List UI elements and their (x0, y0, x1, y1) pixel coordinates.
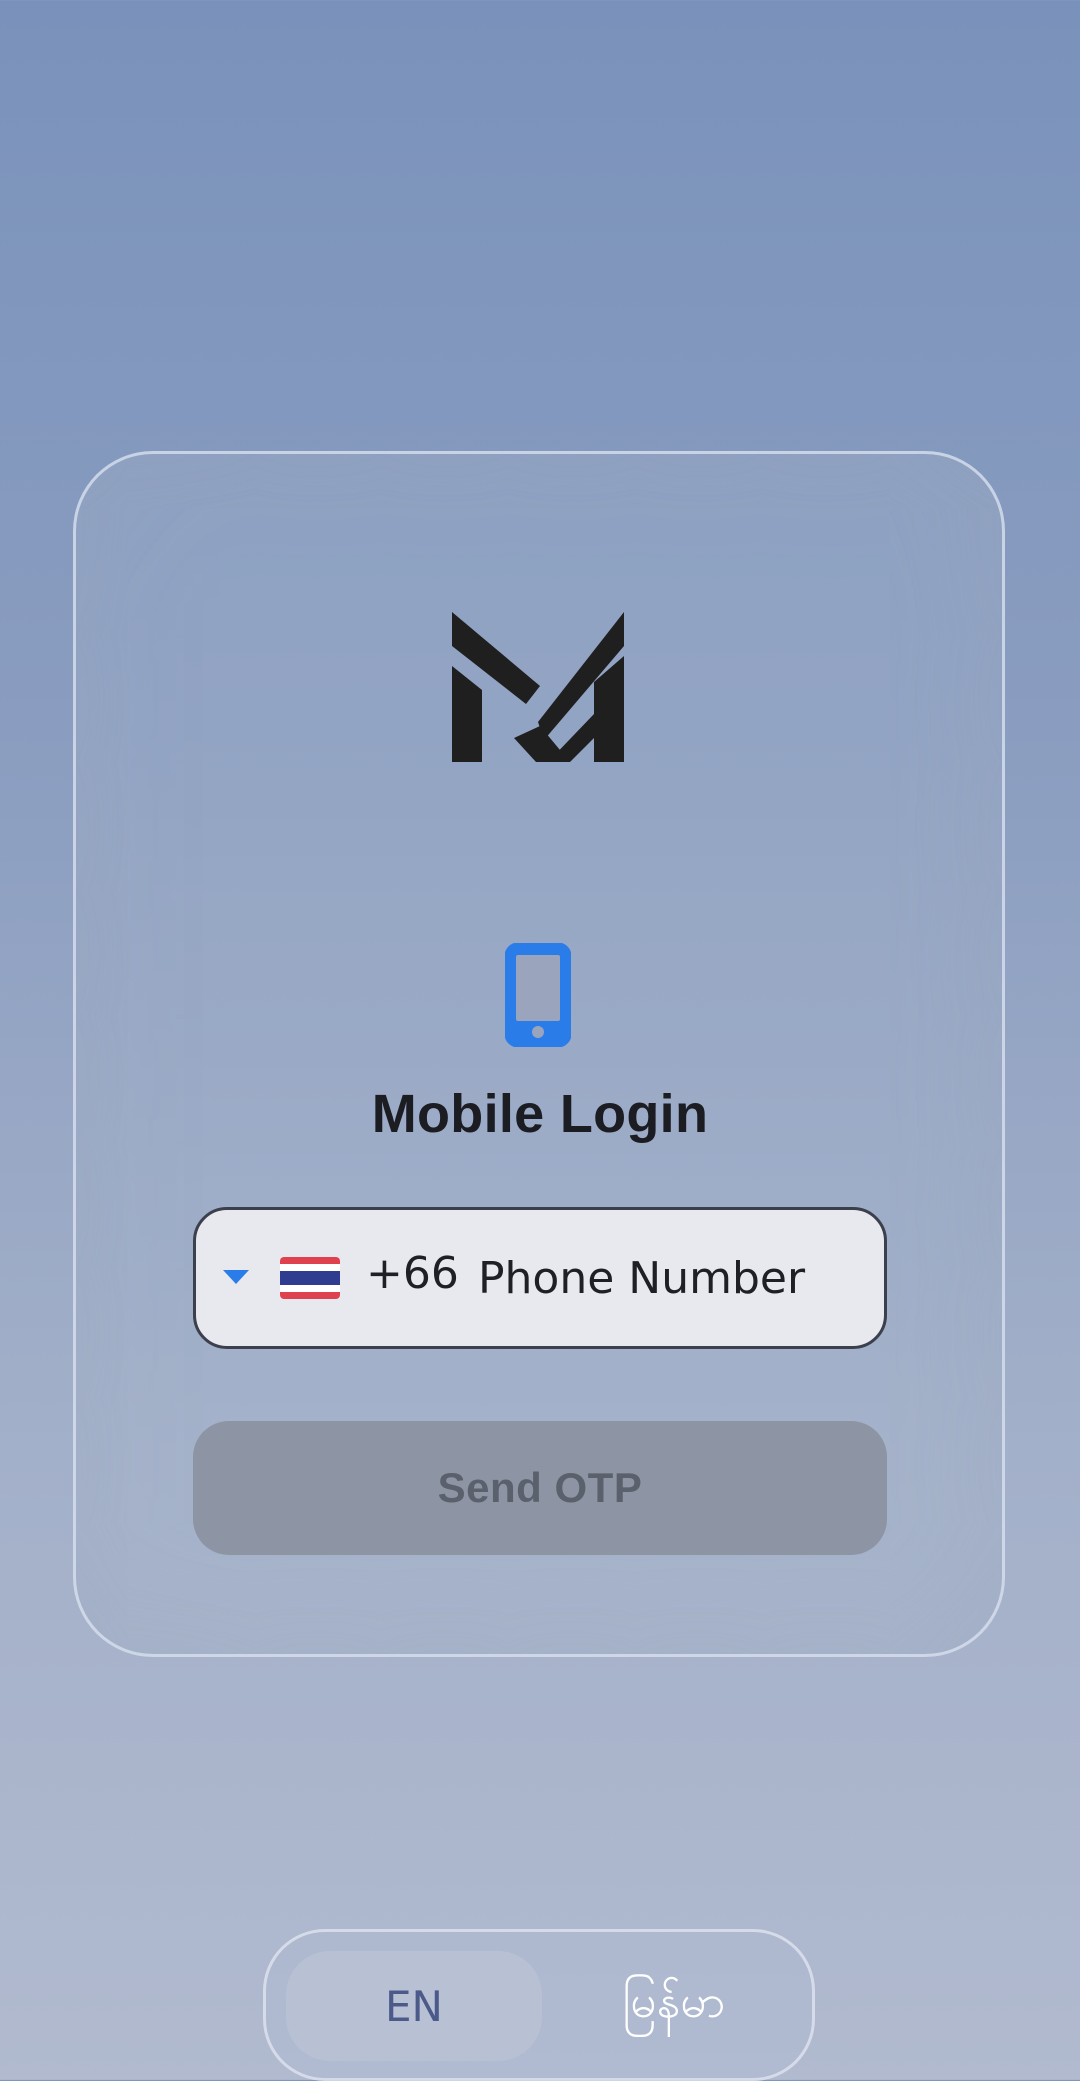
language-option-myanmar[interactable]: မြန်မာ (584, 1951, 764, 2061)
send-otp-button[interactable]: Send OTP (193, 1421, 887, 1555)
language-option-en[interactable]: EN (286, 1951, 542, 2061)
language-switch: EN မြန်မာ (263, 1929, 815, 2081)
country-dropdown-chevron-down-icon[interactable] (223, 1270, 249, 1284)
page-title: Mobile Login (371, 1084, 709, 1144)
thailand-flag-icon[interactable] (280, 1257, 340, 1299)
phone-number-field[interactable]: +66 (193, 1207, 887, 1349)
country-dial-code[interactable]: +66 (366, 1248, 459, 1299)
mobile-phone-icon (505, 943, 571, 1047)
phone-number-input[interactable] (478, 1240, 858, 1316)
app-logo (452, 612, 624, 762)
